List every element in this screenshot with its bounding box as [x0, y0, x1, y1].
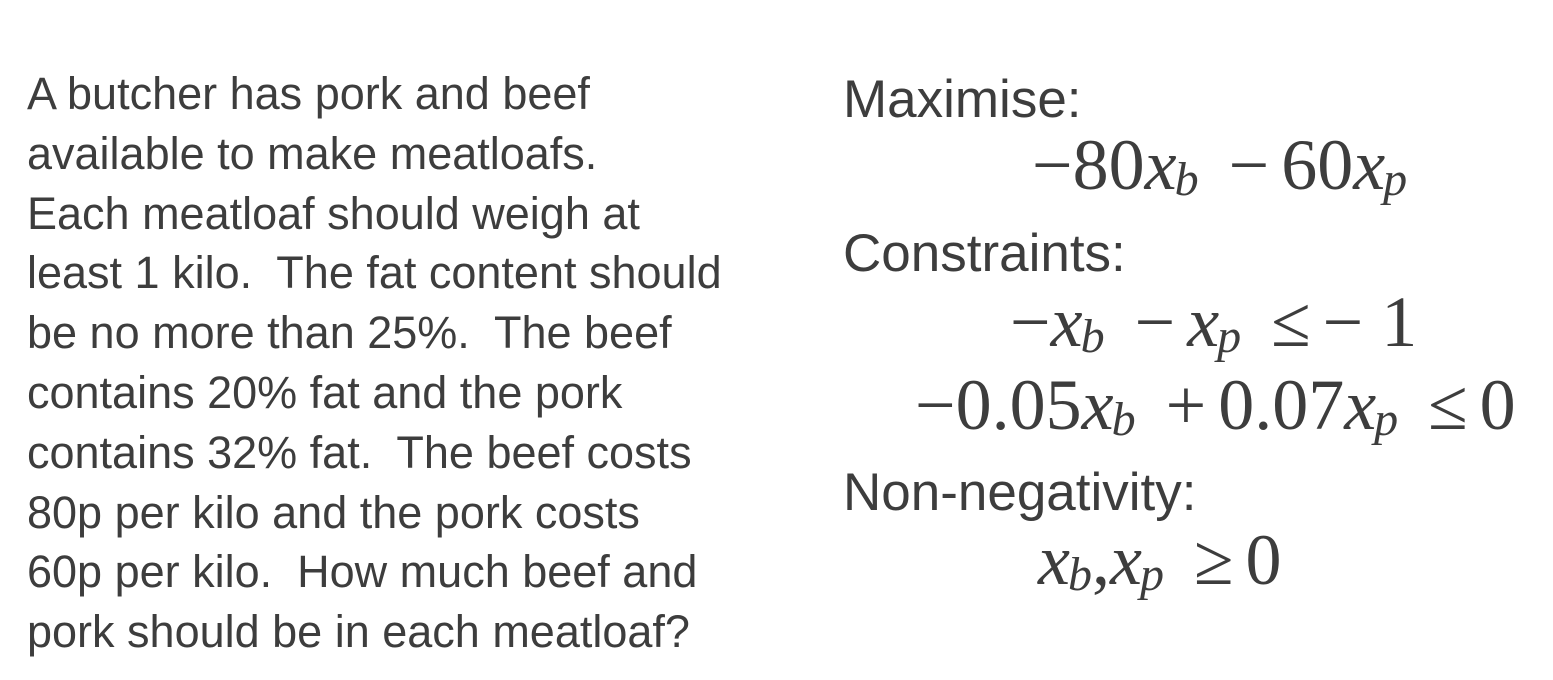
constraint-2-sub-b: b — [1111, 393, 1136, 446]
problem-line: least 1 kilo. The fat content should — [27, 247, 722, 299]
problem-line: 60p per kilo. How much beef and — [27, 546, 698, 598]
objective-coef-b: −80 — [1032, 125, 1145, 205]
problem-line: Each meatloaf should weigh at — [27, 187, 640, 239]
problem-line: be no more than 25%. The beef — [27, 307, 672, 359]
problem-statement: A butcher has pork and beef available to… — [27, 64, 817, 662]
maximise-label: Maximise: — [843, 70, 1082, 129]
constraint-2-sub-p: p — [1374, 393, 1399, 446]
problem-line: A butcher has pork and beef — [27, 68, 590, 119]
nonneg-sub-b: b — [1067, 548, 1092, 601]
problem-line: contains 20% fat and the pork — [27, 366, 623, 418]
objective-var-p: x — [1353, 125, 1386, 205]
objective-function: −80xb −60xp — [1032, 125, 1407, 205]
nonneg-rhs: 0 — [1245, 520, 1282, 600]
problem-line: contains 32% fat. The beef costs — [27, 426, 692, 478]
constraint-2-relation: ≤ — [1428, 365, 1468, 445]
nonneg-var-b: x — [1038, 520, 1070, 600]
objective-var-b: x — [1144, 125, 1177, 205]
constraint-2: −0.05xb +0.07xp ≤0 — [915, 365, 1516, 445]
constraint-1-rhs: − 1 — [1322, 282, 1418, 362]
constraint-2-operator: + — [1165, 365, 1207, 445]
constraint-1: −xb − xp ≤ − 1 — [1010, 282, 1417, 362]
constraint-1-relation: ≤ — [1271, 282, 1311, 362]
nonnegativity-label: Non-negativity: — [843, 463, 1197, 522]
constraint-1-sub-b: b — [1080, 310, 1105, 363]
constraint-1-var-b: x — [1050, 282, 1083, 362]
nonneg-sub-p: p — [1139, 548, 1164, 601]
constraints-label: Constraints: — [843, 224, 1126, 283]
objective-sub-b: b — [1174, 153, 1199, 206]
constraint-1-operator: − — [1134, 282, 1176, 362]
problem-line: pork should be in each meatloaf? — [27, 606, 690, 658]
nonneg-var-p: x — [1109, 520, 1142, 600]
objective-sub-p: p — [1383, 153, 1408, 206]
problem-line: 80p per kilo and the pork costs — [27, 486, 640, 538]
constraint-2-coef-b: −0.05 — [915, 365, 1082, 445]
constraint-1-lead: − — [1010, 282, 1051, 362]
nonneg-separator: , — [1091, 520, 1110, 600]
problem-line: available to make meatloafs. — [27, 127, 598, 179]
constraint-2-coef-p: 0.07 — [1218, 365, 1345, 445]
constraint-2-var-p: x — [1344, 365, 1377, 445]
constraint-1-sub-p: p — [1217, 310, 1242, 363]
nonneg-relation: ≥ — [1193, 520, 1234, 600]
constraint-2-var-b: x — [1081, 365, 1114, 445]
nonnegativity-constraint: xb,xp ≥0 — [1038, 520, 1281, 600]
objective-coef-p: 60 — [1281, 125, 1354, 205]
constraint-1-var-p: x — [1187, 282, 1220, 362]
objective-operator: − — [1228, 125, 1270, 205]
constraint-2-rhs: 0 — [1479, 365, 1516, 445]
